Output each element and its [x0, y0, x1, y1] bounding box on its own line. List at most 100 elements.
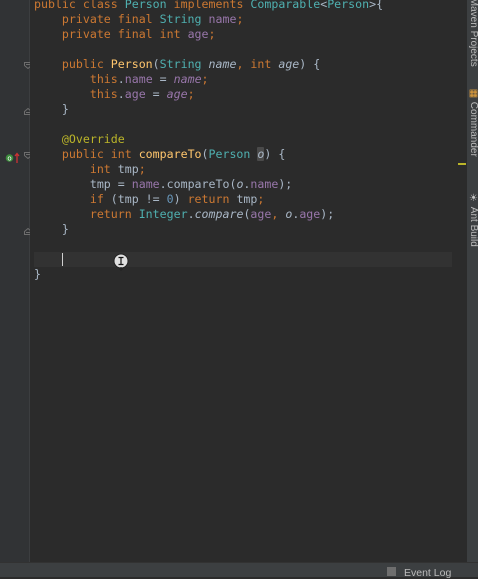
status-bar: Event Log	[0, 562, 478, 579]
code-line[interactable]: tmp = name.compareTo(o.name);	[34, 177, 452, 192]
code-token: =	[145, 87, 167, 101]
code-line[interactable]: private final String name;	[34, 12, 452, 27]
code-token: }	[34, 222, 69, 236]
code-line[interactable]: int tmp;	[34, 162, 452, 177]
code-token: public class	[34, 0, 125, 11]
code-token: age	[299, 207, 321, 221]
event-log-icon[interactable]	[387, 567, 396, 576]
code-line[interactable]: }	[34, 102, 452, 117]
text-caret	[61, 253, 63, 266]
code-token: Person	[124, 0, 174, 11]
tab-commander[interactable]: ▦ Commander	[467, 88, 478, 157]
code-token: ;	[201, 72, 209, 86]
code-token: tmp	[236, 192, 258, 206]
code-token: age	[278, 57, 300, 71]
code-token: compare	[194, 207, 244, 221]
code-token: String	[159, 57, 209, 71]
code-token: int	[110, 147, 139, 161]
code-line[interactable]: this.age = age;	[34, 87, 452, 102]
tab-ant-build[interactable]: ☀ Ant Build	[467, 193, 478, 247]
code-token: age	[166, 87, 188, 101]
code-token: name	[131, 177, 160, 191]
code-area[interactable]: public class Person implements Comparabl…	[34, 0, 452, 282]
code-token: ;	[257, 192, 265, 206]
code-token: 0	[166, 192, 174, 206]
code-token: public	[34, 57, 111, 71]
code-token: age	[187, 27, 209, 41]
code-token: (tmp !=	[110, 192, 167, 206]
implemented-method-icon[interactable]: o	[5, 149, 21, 163]
code-line[interactable]: private final int age;	[34, 27, 452, 42]
code-token: name	[208, 57, 237, 71]
code-line[interactable]: }	[34, 267, 452, 282]
code-token: int	[159, 27, 188, 41]
right-tool-window-bar: ▤ Maven Projects ▦ Commander ☀ Ant Build	[466, 0, 478, 562]
code-line[interactable]: public class Person implements Comparabl…	[34, 0, 452, 12]
svg-text:o: o	[7, 155, 11, 163]
code-token: age	[250, 207, 272, 221]
code-line[interactable]: public int compareTo(Person o) {	[34, 147, 452, 162]
code-line[interactable]	[34, 252, 452, 267]
code-line[interactable]	[34, 42, 452, 57]
code-line[interactable]: if (tmp != 0) return tmp;	[34, 192, 452, 207]
code-token: ) {	[264, 147, 286, 161]
code-token: .	[187, 207, 195, 221]
code-token: if	[34, 192, 111, 206]
code-token: (	[152, 57, 160, 71]
code-token: Integer	[138, 207, 188, 221]
code-editor[interactable]: public class Person implements Comparabl…	[30, 0, 466, 562]
code-token: private final	[34, 27, 160, 41]
editor-gutter: o	[0, 0, 30, 562]
code-token: compareTo	[138, 147, 202, 161]
code-line[interactable]: @Override	[34, 132, 452, 147]
code-token: tmp	[117, 162, 139, 176]
code-token: name	[173, 72, 202, 86]
code-token: Comparable	[250, 0, 321, 11]
code-token: name	[250, 177, 279, 191]
code-token: @Override	[34, 132, 125, 146]
mouse-cursor-icon	[113, 253, 129, 271]
tab-maven-projects[interactable]: ▤ Maven Projects	[467, 0, 478, 67]
code-token: tmp =	[34, 177, 132, 191]
code-token: ;	[208, 27, 216, 41]
code-token: (	[201, 147, 209, 161]
code-token: Person	[110, 57, 153, 71]
code-token: ,	[236, 57, 251, 71]
code-token: );	[320, 207, 335, 221]
code-line[interactable]: }	[34, 222, 452, 237]
code-token: >{	[369, 0, 384, 11]
code-line[interactable]: this.name = name;	[34, 72, 452, 87]
code-token: ;	[187, 87, 195, 101]
code-token: int	[250, 57, 279, 71]
code-line[interactable]	[34, 237, 452, 252]
code-token: private final	[34, 12, 160, 26]
code-token: ;	[138, 162, 146, 176]
code-token: }	[34, 267, 41, 281]
code-token: .compareTo(	[159, 177, 237, 191]
code-token: public	[34, 147, 111, 161]
code-line[interactable]: return Integer.compare(age, o.age);	[34, 207, 452, 222]
code-token: age	[124, 87, 146, 101]
code-token: ,	[271, 207, 286, 221]
event-log-label[interactable]: Event Log	[404, 567, 451, 579]
code-token: int	[34, 162, 118, 176]
code-token: Person	[208, 147, 258, 161]
ant-icon: ☀	[468, 193, 478, 207]
code-token: ;	[236, 12, 244, 26]
code-token: =	[152, 72, 174, 86]
code-line[interactable]	[34, 117, 452, 132]
code-token: .	[117, 72, 125, 86]
code-token: this	[34, 72, 118, 86]
code-token: implements	[173, 0, 251, 11]
code-line[interactable]: public Person(String name, int age) {	[34, 57, 452, 72]
code-token: this	[34, 87, 118, 101]
commander-icon: ▦	[468, 88, 478, 102]
warning-stripe-marker[interactable]	[458, 163, 466, 165]
code-token: name	[208, 12, 237, 26]
code-token: .	[117, 87, 125, 101]
code-token: return	[34, 207, 139, 221]
code-token: }	[34, 102, 69, 116]
code-token: ) {	[299, 57, 321, 71]
code-token: String	[159, 12, 209, 26]
